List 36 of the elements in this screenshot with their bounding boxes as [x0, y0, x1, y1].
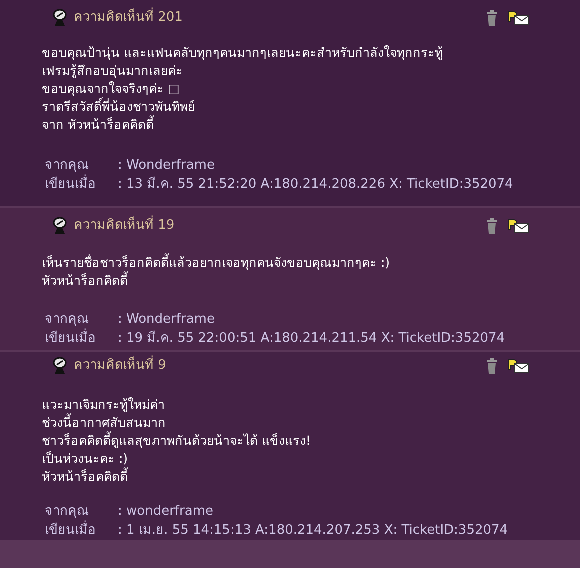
posted-label: เขียนเมื่อ: [45, 329, 118, 348]
private-message-icon[interactable]: [508, 218, 530, 234]
comment-text: ขอบคุณจากใจจริงๆค่ะ □: [42, 80, 181, 98]
author-label: จากคุณ: [45, 157, 90, 174]
comment-title: ความคิดเห็นที่ 19: [74, 216, 175, 236]
comment-text: ช่วงนี้อากาศสับสนมาก: [42, 414, 167, 432]
author-name: : Wonderframe: [118, 311, 215, 329]
posted-info: : 19 มี.ค. 55 22:00:51 A:180.214.211.54 X: TicketID:352074: [118, 330, 506, 348]
user-icon: [52, 217, 68, 235]
posted-info: : 13 มี.ค. 55 21:52:20 A:180.214.208.226 X: TicketID:352074: [118, 176, 514, 194]
comment-title: ความคิดเห็นที่ 201: [74, 8, 183, 28]
comment-text: เป็นห่วงนะคะ :): [42, 450, 130, 468]
author-name: : wonderframe: [118, 503, 214, 521]
comment-text: จาก หัวหน้าร็อคคิดตี้: [42, 116, 156, 134]
author-label: จากคุณ: [45, 311, 90, 328]
private-message-icon[interactable]: [508, 10, 530, 26]
trash-icon[interactable]: [486, 358, 498, 374]
comment-text: เฟรมรู้สึกอบอุ่นมากเลยค่ะ: [42, 62, 184, 80]
comment-text: แวะมาเจิมกระทู้ใหม่ค่า: [42, 396, 166, 414]
user-icon: [52, 9, 68, 27]
user-icon: [52, 357, 68, 375]
comment-text: ชาวร็อคคิดตี้ดูแลสุขภาพกันด้วยน้าจะได้ แข็งแรง!: [42, 432, 312, 450]
trash-icon[interactable]: [486, 10, 498, 26]
trash-icon[interactable]: [486, 218, 498, 234]
posted-label: เขียนเมื่อ: [45, 521, 118, 540]
comment-text: หัวหน้าร็อกคิดตี้: [42, 272, 130, 290]
posted-info: : 1 เม.ย. 55 14:15:13 A:180.214.207.253 X: TicketID:352074: [118, 522, 508, 540]
comment-text: ขอบคุณป้านุ่น และแฟนคลับทุกๆคนมากๆเลยนะคะสำหรับกำลังใจทุกกระทู้: [42, 44, 444, 62]
author-label: จากคุณ: [45, 503, 90, 520]
comment-text: หัวหน้าร็อคคิดตี้: [42, 468, 130, 486]
comment-text: เห็นรายชื่อชาวร็อกคิตตี้แล้วอยากเจอทุกคนจังขอบคุณมากๆคะ :): [42, 254, 392, 272]
comment-text: ราตรีสวัสดิ์พี่น้องชาวพันทิพย์: [42, 98, 196, 116]
posted-label: เขียนเมื่อ: [45, 175, 118, 194]
comment-title: ความคิดเห็นที่ 9: [74, 356, 166, 376]
author-name: : Wonderframe: [118, 157, 215, 175]
private-message-icon[interactable]: [508, 358, 530, 374]
